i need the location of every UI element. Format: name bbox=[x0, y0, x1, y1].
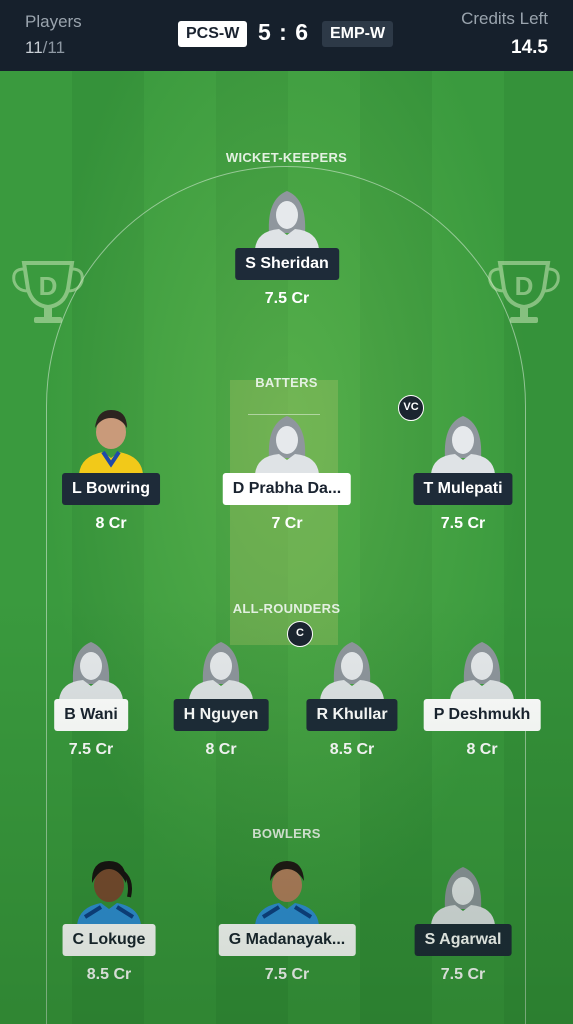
section-title-wicket-keepers: WICKET-KEEPERS bbox=[225, 150, 348, 165]
team-summary-header: Players 11/11 PCS-W 5 : 6 EMP-W Credits … bbox=[0, 0, 573, 71]
player-silhouette-icon bbox=[450, 642, 514, 700]
player-card-bowl2[interactable]: G Madanayak... 7.5 Cr bbox=[212, 857, 362, 997]
players-selected: 11 bbox=[25, 38, 43, 57]
credits-left-value: 14.5 bbox=[511, 37, 548, 58]
team-right-badge: EMP-W bbox=[322, 21, 394, 47]
credits-left-label: Credits Left bbox=[461, 9, 548, 28]
svg-text:D: D bbox=[39, 271, 58, 301]
captain-badge: C bbox=[287, 621, 313, 647]
team-player-split: 5 : 6 bbox=[258, 19, 310, 45]
cricket-field: D D WICKET-KEEPERS BATTERS ALL-ROUNDERS … bbox=[0, 71, 573, 1024]
player-credit: 8 Cr bbox=[205, 741, 237, 758]
section-title-all-rounders: ALL-ROUNDERS bbox=[232, 601, 341, 616]
player-card-ar2[interactable]: H Nguyen 8 Cr bbox=[146, 632, 296, 772]
players-label: Players bbox=[25, 12, 82, 31]
player-name: B Wani bbox=[54, 699, 128, 731]
player-credit: 8.5 Cr bbox=[86, 966, 132, 983]
player-name: D Prabha Da... bbox=[222, 473, 352, 505]
players-max: /11 bbox=[42, 38, 66, 57]
player-card-bat1[interactable]: L Bowring 8 Cr bbox=[36, 406, 186, 546]
player-name: H Nguyen bbox=[173, 699, 269, 731]
player-photo bbox=[255, 861, 319, 925]
player-card-bowl3[interactable]: S Agarwal 7.5 Cr bbox=[388, 857, 538, 997]
player-silhouette-icon bbox=[255, 416, 319, 474]
player-credit: 7.5 Cr bbox=[440, 966, 486, 983]
player-silhouette-icon bbox=[431, 867, 495, 925]
player-photo bbox=[79, 410, 143, 474]
player-credit: 8.5 Cr bbox=[329, 741, 375, 758]
player-credit: 7.5 Cr bbox=[68, 741, 114, 758]
player-silhouette-icon bbox=[189, 642, 253, 700]
trophy-d-logo-icon: D bbox=[12, 261, 84, 323]
player-credit: 7 Cr bbox=[271, 515, 303, 532]
player-silhouette-icon bbox=[431, 416, 495, 474]
player-credit: 7.5 Cr bbox=[440, 515, 486, 532]
player-name: C Lokuge bbox=[62, 924, 156, 956]
player-silhouette-icon bbox=[320, 642, 384, 700]
player-name: S Agarwal bbox=[414, 924, 512, 956]
player-credit: 7.5 Cr bbox=[264, 290, 310, 307]
players-count: 11/11 bbox=[25, 38, 65, 58]
team-left-badge: PCS-W bbox=[178, 21, 248, 47]
player-credit: 8 Cr bbox=[95, 515, 127, 532]
player-silhouette-icon bbox=[59, 642, 123, 700]
player-card-bowl1[interactable]: C Lokuge 8.5 Cr bbox=[34, 857, 184, 997]
player-card-ar1[interactable]: B Wani 7.5 Cr bbox=[16, 632, 166, 772]
svg-text:D: D bbox=[515, 271, 534, 301]
player-name: T Mulepati bbox=[413, 473, 513, 505]
player-credit: 8 Cr bbox=[466, 741, 498, 758]
player-card-ar3[interactable]: R Khullar 8.5 Cr bbox=[277, 632, 427, 772]
player-name: R Khullar bbox=[306, 699, 398, 731]
player-card-wk1[interactable]: S Sheridan 7.5 Cr bbox=[212, 181, 362, 321]
player-card-bat3[interactable]: T Mulepati 7.5 Cr bbox=[388, 406, 538, 546]
player-card-ar4[interactable]: P Deshmukh 8 Cr bbox=[407, 632, 557, 772]
player-name: L Bowring bbox=[62, 473, 160, 505]
player-name: P Deshmukh bbox=[423, 699, 541, 731]
vice-captain-badge: VC bbox=[398, 395, 424, 421]
trophy-d-logo-icon: D bbox=[488, 261, 560, 323]
player-card-bat2[interactable]: D Prabha Da... 7 Cr bbox=[212, 406, 362, 546]
section-title-bowlers: BOWLERS bbox=[252, 826, 321, 841]
player-photo bbox=[77, 861, 141, 925]
player-silhouette-icon bbox=[255, 191, 319, 249]
player-name: G Madanayak... bbox=[218, 924, 356, 956]
player-credit: 7.5 Cr bbox=[264, 966, 310, 983]
section-title-batters: BATTERS bbox=[255, 375, 318, 390]
player-name: S Sheridan bbox=[235, 248, 339, 280]
